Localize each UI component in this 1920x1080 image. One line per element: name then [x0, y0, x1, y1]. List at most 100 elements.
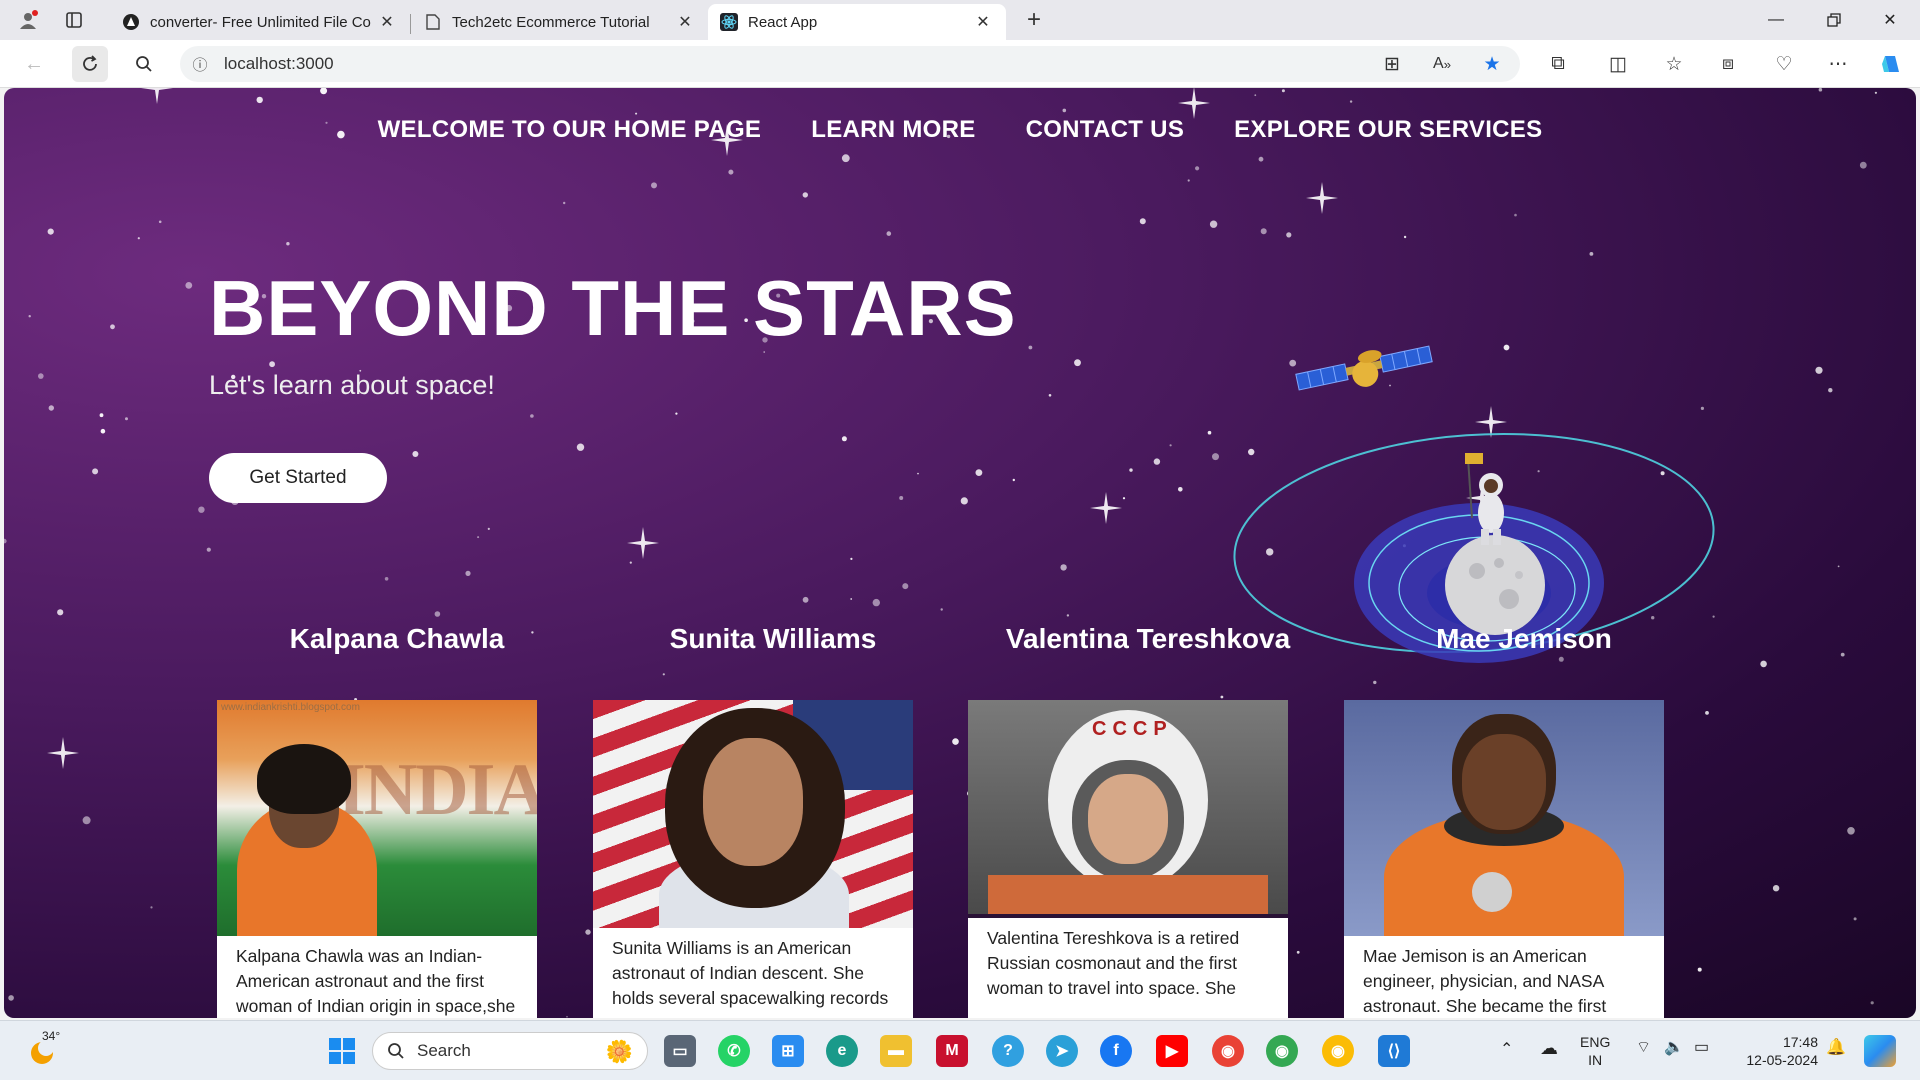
- youtube-icon[interactable]: ▶: [1156, 1035, 1188, 1067]
- kalpana-chawla-photo: www.indiankrishti.blogspot.com INDIA: [217, 700, 537, 936]
- helmet-text: CCCP: [1092, 718, 1173, 740]
- language-indicator[interactable]: ENG IN: [1580, 1033, 1610, 1069]
- tab-converter[interactable]: converter- Free Unlimited File Co ✕: [110, 4, 410, 40]
- notifications-icon[interactable]: 🔔: [1826, 1039, 1846, 1057]
- telegram-icon[interactable]: ➤: [1046, 1035, 1078, 1067]
- mae-jemison-photo: [1344, 700, 1664, 936]
- site-info-icon[interactable]: ⓘ: [180, 54, 220, 75]
- hero-subtitle: Let's learn about space!: [209, 370, 495, 400]
- microsoft-store-icon[interactable]: ⊞: [772, 1035, 804, 1067]
- read-aloud-icon[interactable]: A»: [1424, 46, 1460, 82]
- help-icon[interactable]: ?: [992, 1035, 1024, 1067]
- astronaut-description: Sunita Williams is an American astronaut…: [612, 938, 889, 1008]
- chrome-icon[interactable]: ◉: [1212, 1035, 1244, 1067]
- weather-icon[interactable]: 34°: [26, 1029, 60, 1067]
- restore-icon[interactable]: [1806, 0, 1862, 40]
- onedrive-icon[interactable]: ☁: [1540, 1039, 1558, 1057]
- satellite-icon: [1295, 345, 1433, 391]
- page-icon: [424, 13, 442, 31]
- nav-learn-more[interactable]: LEARN MORE: [811, 116, 975, 144]
- edge-icon[interactable]: e: [826, 1035, 858, 1067]
- more-options-icon[interactable]: ⋯: [1820, 46, 1856, 82]
- chrome-profile-a-icon[interactable]: ◉: [1266, 1035, 1298, 1067]
- minimize-icon[interactable]: —: [1748, 0, 1804, 40]
- tab-title: Tech2etc Ecommerce Tutorial: [452, 13, 650, 31]
- tab-tech2etc[interactable]: Tech2etc Ecommerce Tutorial ✕: [412, 4, 708, 40]
- tab-title: converter- Free Unlimited File Co: [150, 13, 371, 31]
- region-text: IN: [1588, 1052, 1603, 1068]
- url-field[interactable]: ⓘ localhost:3000: [180, 46, 1520, 82]
- valentina-tereshkova-photo: CCCP: [968, 700, 1288, 918]
- battery-icon[interactable]: ▭: [1694, 1039, 1709, 1057]
- taskbar-search[interactable]: Search 🌼: [372, 1032, 648, 1070]
- close-window-icon[interactable]: ✕: [1862, 0, 1918, 40]
- sunita-williams-photo: [593, 700, 913, 928]
- time-text: 17:48: [1782, 1034, 1818, 1050]
- moon-icon: [1445, 535, 1545, 635]
- astronaut-card-sunita[interactable]: Sunita Williams is an American astronaut…: [593, 700, 913, 1018]
- search-label: Search: [417, 1041, 471, 1060]
- extensions-icon[interactable]: ⧉: [1540, 46, 1576, 82]
- favorites-icon[interactable]: ☆: [1656, 46, 1692, 82]
- close-tab-icon[interactable]: ✕: [674, 12, 696, 32]
- address-bar: ← ⓘ localhost:3000 ⊞ A» ★ ⧉ ◫ ☆ ⧈ ♡ ⋯: [0, 40, 1920, 88]
- reload-icon[interactable]: [72, 46, 108, 82]
- new-tab-icon[interactable]: +: [1014, 0, 1054, 40]
- show-hidden-icons[interactable]: ⌃: [1500, 1041, 1513, 1059]
- weather-temp: 34°: [42, 1029, 61, 1043]
- astronaut-name-sunita: Sunita Williams: [669, 623, 877, 654]
- facebook-icon[interactable]: f: [1100, 1035, 1132, 1067]
- hero-title: BEYOND THE STARS: [209, 264, 1017, 352]
- whatsapp-icon[interactable]: ✆: [718, 1035, 750, 1067]
- tab-actions-icon[interactable]: [54, 0, 94, 40]
- nav-home[interactable]: WELCOME TO OUR HOME PAGE: [378, 116, 762, 144]
- nav-contact-us[interactable]: CONTACT US: [1026, 116, 1185, 144]
- photo-watermark: www.indiankrishti.blogspot.com: [221, 702, 360, 713]
- wifi-icon[interactable]: ⌔: [1636, 1039, 1651, 1057]
- tab-title: React App: [748, 13, 818, 31]
- page-content: WELCOME TO OUR HOME PAGE LEARN MORE CONT…: [4, 88, 1916, 1018]
- main-nav: WELCOME TO OUR HOME PAGE LEARN MORE CONT…: [4, 116, 1916, 144]
- tab-react-app[interactable]: React App ✕: [708, 4, 1006, 40]
- astronaut-name-kalpana: Kalpana Chawla: [289, 623, 505, 654]
- india-flag-text: INDIA: [337, 749, 537, 831]
- collections-icon[interactable]: ⧈: [1710, 46, 1746, 82]
- app-available-icon[interactable]: ⊞: [1374, 46, 1410, 82]
- astronaut-description: Kalpana Chawla was an Indian-American as…: [236, 946, 516, 1016]
- back-icon[interactable]: ←: [16, 46, 52, 82]
- start-icon[interactable]: [326, 1035, 358, 1067]
- copilot-taskbar-icon[interactable]: [1864, 1035, 1896, 1067]
- astronaut-name-mae: Mae Jemison: [1436, 623, 1612, 654]
- close-tab-icon[interactable]: ✕: [972, 12, 994, 32]
- lang-text: ENG: [1580, 1034, 1611, 1050]
- space-illustration: [1233, 345, 1715, 663]
- vscode-icon[interactable]: ⟨⟩: [1378, 1035, 1410, 1067]
- file-explorer-icon[interactable]: ▬: [880, 1035, 912, 1067]
- copilot-icon[interactable]: [1874, 46, 1910, 82]
- date-text: 12-05-2024: [1746, 1052, 1818, 1068]
- astronaut-description: Mae Jemison is an American engineer, phy…: [1363, 946, 1607, 1016]
- profile-icon[interactable]: [8, 0, 48, 40]
- search-icon[interactable]: [126, 46, 162, 82]
- search-highlight-icon: 🌼: [605, 1039, 633, 1064]
- astronaut-card-kalpana[interactable]: www.indiankrishti.blogspot.com INDIA Kal…: [217, 700, 537, 1018]
- nav-explore-services[interactable]: EXPLORE OUR SERVICES: [1234, 116, 1542, 144]
- chrome-profile-b-icon[interactable]: ◉: [1322, 1035, 1354, 1067]
- task-view-icon[interactable]: ▭: [664, 1035, 696, 1067]
- astronaut-card-mae[interactable]: Mae Jemison is an American engineer, phy…: [1344, 700, 1664, 1018]
- converter-favicon: [122, 13, 140, 31]
- windows-taskbar: 34° Search 🌼 ▭ ✆ ⊞ e ▬ M ? ➤ f ▶ ◉ ◉ ◉ ⟨…: [0, 1020, 1920, 1080]
- astronaut-name-valentina: Valentina Tereshkova: [1005, 623, 1291, 654]
- search-icon: [388, 1043, 404, 1059]
- browser-tab-bar: converter- Free Unlimited File Co ✕ Tech…: [0, 0, 1920, 40]
- browser-essentials-icon[interactable]: ♡: [1766, 46, 1802, 82]
- close-tab-icon[interactable]: ✕: [376, 12, 398, 32]
- clock[interactable]: 17:48 12-05-2024: [1738, 1033, 1818, 1069]
- astronaut-card-valentina[interactable]: CCCP Valentina Tereshkova is a retired R…: [968, 700, 1288, 1018]
- split-screen-icon[interactable]: ◫: [1600, 46, 1636, 82]
- get-started-button[interactable]: Get Started: [209, 453, 387, 503]
- astronaut-description: Valentina Tereshkova is a retired Russia…: [987, 928, 1240, 998]
- mcafee-icon[interactable]: M: [936, 1035, 968, 1067]
- favorite-star-icon[interactable]: ★: [1474, 46, 1510, 82]
- volume-icon[interactable]: 🔈: [1664, 1039, 1684, 1057]
